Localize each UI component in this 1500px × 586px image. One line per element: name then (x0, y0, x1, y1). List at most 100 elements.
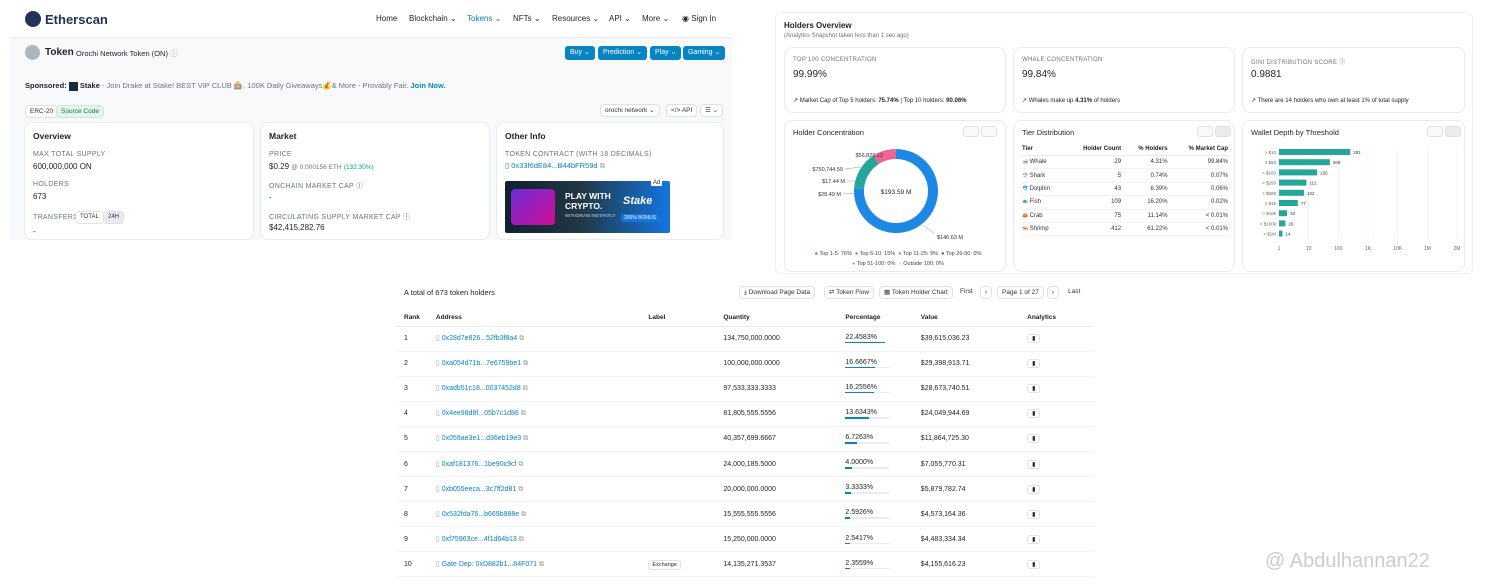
copy-icon[interactable]: ⧉ (521, 360, 528, 367)
copy-icon[interactable]: ⧉ (537, 561, 544, 568)
quantity-cell: 81,805,555.5556 (715, 401, 838, 427)
analytics-cell: ▮ (1019, 476, 1094, 503)
ad-subline: WITHDRAW INSTANTLY (565, 213, 616, 218)
first-page-button[interactable]: First (956, 286, 977, 299)
copy-icon[interactable]: ⧉ (516, 461, 523, 468)
table-view-toggle[interactable] (963, 126, 979, 137)
analytics-chart-icon[interactable]: ▮ (1027, 559, 1041, 569)
logo-text[interactable]: Etherscan (45, 12, 108, 27)
contract-address-link[interactable]: ▯ 0x33f6dE84...B44bFR59d ⧉ (505, 161, 605, 171)
nav-resources[interactable]: Resources ⌄ (552, 14, 599, 23)
copy-icon[interactable]: ⧉ (517, 536, 524, 543)
table-row: 1 ▯ 0x28d7e826...52fb3f8a4 ⧉ 134,750,000.0… (396, 326, 1094, 352)
tier-cell: 🐋 Whale (1020, 155, 1065, 170)
nav-api[interactable]: API ⌄ (609, 14, 631, 23)
address-link[interactable]: ▯ 0x28d7e826...52fb3f8a4 ⧉ (427, 326, 641, 352)
analytics-cell: ▮ (1019, 451, 1094, 478)
copy-icon[interactable]: ⧉ (519, 511, 526, 518)
address-link[interactable]: ▯ 0x059ae3e1...d36eb19e3 ⧉ (427, 426, 641, 452)
tier-distribution-card: Tier Distribution Tier Holder Count% Hold… (1013, 120, 1235, 272)
token-icon (25, 45, 40, 60)
copy-icon[interactable]: ⧉ (519, 410, 526, 417)
screenshot-root: Etherscan Home Blockchain ⌄ Tokens ⌄ NFT… (0, 0, 1500, 586)
x-tick-label: 10 (1306, 246, 1312, 252)
stake-ad-banner[interactable]: PLAY WITH CRYPTO. WITHDRAW INSTANTLY Sta… (505, 181, 670, 233)
address-link[interactable]: ▯ Gate Dep: 0xD882b1...84F071 ⧉ (427, 551, 641, 578)
token-flow-button[interactable]: ⇄ Token Flow (824, 286, 875, 299)
holders-table: Rank Address Label Quantity Percentage Value A… (396, 310, 1094, 578)
analytics-chart-icon[interactable]: ▮ (1027, 334, 1041, 344)
nav-blockchain[interactable]: Blockchain ⌄ (409, 14, 457, 23)
rank-cell: 2 (396, 351, 428, 377)
address-link[interactable]: ▯ 0x532fda76...b669b988e ⧉ (427, 501, 641, 528)
analytics-chart-icon[interactable]: ▮ (1027, 509, 1041, 519)
nav-nfts[interactable]: NFTs ⌄ (513, 14, 541, 23)
holders-header-cell: Address (427, 310, 641, 327)
file-icon: ▯ (505, 161, 510, 170)
nav-home[interactable]: Home (376, 14, 397, 23)
table-row: 5 ▯ 0x059ae3e1...d36eb19e3 ⧉ 40,357,699.66… (396, 426, 1094, 452)
legend-outside-100: ● Outside 100: 0% (898, 261, 944, 267)
analytics-chart-icon[interactable]: ▮ (1027, 409, 1041, 419)
copy-icon[interactable]: ⧉ (521, 385, 528, 392)
next-page-button[interactable]: › (1047, 286, 1060, 299)
price-label: PRICE (269, 151, 292, 158)
analytics-chart-icon[interactable]: ▮ (1027, 534, 1041, 544)
nav-more[interactable]: More ⌄ (642, 14, 669, 23)
play-button[interactable]: Play ⌄ (650, 46, 682, 60)
x-tick-label: 1M (1424, 246, 1431, 252)
address-link[interactable]: ▯ 0xf75963ce...4f1d64b13 ⧉ (427, 526, 641, 553)
percentage-bar (845, 391, 890, 394)
last-page-button[interactable]: Last (1064, 286, 1085, 299)
rank-cell: 9 (396, 526, 428, 553)
etherscan-logo[interactable] (25, 11, 41, 27)
analytics-chart-icon[interactable]: ▮ (1027, 484, 1041, 494)
analytics-chart-icon[interactable]: ▮ (1027, 434, 1041, 444)
prev-page-button[interactable]: ‹ (980, 286, 993, 299)
chart-icon: ↗ (1022, 98, 1028, 104)
address-link[interactable]: ▯ 0x4ee98d8f...05b7c1d86 ⧉ (427, 401, 641, 427)
sponsored-cta-link[interactable]: Join Now. (410, 81, 445, 90)
analytics-chart-icon[interactable]: ▮ (1027, 359, 1041, 369)
shrimp-icon: 🦐 (1022, 226, 1030, 233)
source-code-badge[interactable]: Source Code (56, 105, 104, 118)
table-row: 10 ▯ Gate Dep: 0xD882b1...84F071 ⧉ Exchang… (396, 551, 1094, 578)
copy-icon[interactable]: ⧉ (521, 435, 528, 442)
chart-view-toggle[interactable] (1215, 126, 1231, 137)
download-data-button[interactable]: ⤓ Download Page Data (739, 286, 816, 299)
transfers-24h-tab[interactable]: 24H (103, 211, 125, 224)
analytics-chart-icon[interactable]: ▮ (1027, 384, 1041, 394)
tier-cell: 75 (1064, 209, 1124, 223)
nav-sign-in[interactable]: ◉ Sign In (682, 14, 716, 23)
page-indicator: Page 1 of 27 (997, 286, 1044, 299)
holder-chart-button[interactable]: ▦ Token Holder Chart (879, 286, 953, 299)
api-button[interactable]: </> API (666, 104, 698, 117)
network-dropdown[interactable]: orochi network ⌄ (600, 104, 660, 117)
table-view-toggle[interactable] (1197, 126, 1213, 137)
address-link[interactable]: ▯ 0xadb51c18...0037452d8 ⧉ (427, 376, 641, 402)
buy-button[interactable]: Buy ⌄ (565, 46, 595, 60)
value-cell: $4,483,334.34 (912, 526, 1020, 553)
address-link[interactable]: ▯ 0xb055eeca...3c7ff2d81 ⧉ (427, 476, 641, 503)
prediction-button[interactable]: Prediction ⌄ (598, 46, 647, 60)
address-link[interactable]: ▯ 0xaf181376...1be90c9cf ⧉ (427, 451, 641, 478)
gaming-button[interactable]: Gaming ⌄ (683, 46, 726, 60)
wallet-depth-chart: 1 10 100 1K 10K 1M 2M > $10 291 > $50 208 > $100 156… (1260, 147, 1460, 252)
percentage-bar-fill (845, 492, 852, 494)
chart-view-toggle[interactable] (1445, 126, 1461, 137)
address-link[interactable]: ▯ 0xa054d71b...7e6759be1 ⧉ (427, 351, 641, 377)
percentage-bar-fill (845, 417, 870, 419)
label-cell (640, 451, 716, 478)
chart-view-toggle[interactable] (981, 126, 997, 137)
transfers-total-tab[interactable]: TOTAL (75, 211, 104, 224)
y-tick-label: > $100 (1262, 170, 1276, 175)
wallet-depth-card: Wallet Depth by Threshold 1 10 100 1K 10K 1M 2… (1242, 120, 1465, 272)
table-view-toggle[interactable] (1427, 126, 1443, 137)
depth-bar (1279, 189, 1304, 196)
analytics-chart-icon[interactable]: ▮ (1027, 459, 1041, 469)
more-menu-button[interactable]: ☰ ⌄ (700, 104, 724, 117)
y-tick-label: > $1k (1265, 201, 1277, 206)
nav-tokens[interactable]: Tokens ⌄ (467, 14, 501, 23)
copy-icon[interactable]: ⧉ (517, 335, 524, 342)
copy-icon[interactable]: ⧉ (516, 486, 523, 493)
